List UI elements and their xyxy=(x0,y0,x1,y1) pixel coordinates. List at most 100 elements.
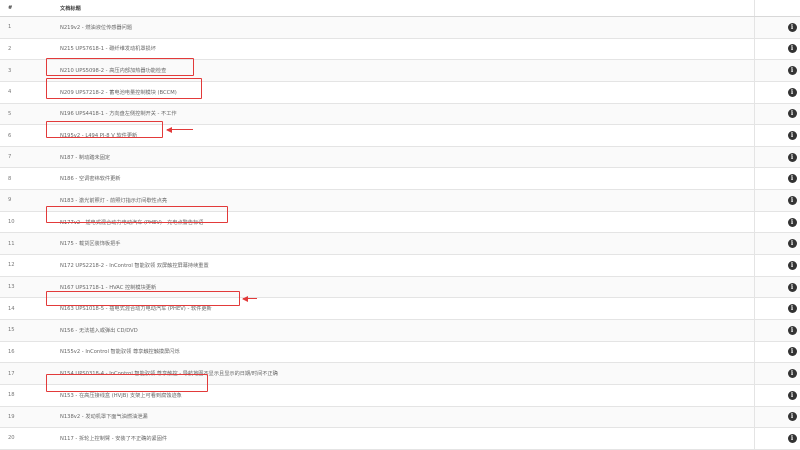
row-action-cell: i xyxy=(755,17,800,39)
document-title-link[interactable]: N167 UPS1718-1 - HVAC 控制模块更新 xyxy=(54,276,755,298)
row-action-cell: i xyxy=(755,341,800,363)
table-row[interactable]: 14N163 UPS1018-5 - 插电式混合动力电动汽车 (PHEV) - … xyxy=(0,298,800,320)
document-title-link[interactable]: N210 UPS5098-2 - 高压内部加热器功能检查 xyxy=(54,60,755,82)
row-number: 18 xyxy=(0,384,54,406)
row-action-cell: i xyxy=(755,190,800,212)
info-icon[interactable]: i xyxy=(788,88,797,97)
row-number: 15 xyxy=(0,319,54,341)
table-row[interactable]: 3N210 UPS5098-2 - 高压内部加热器功能检查i xyxy=(0,60,800,82)
document-title-link[interactable]: N156 - 无法插入或弹出 CD/DVD xyxy=(54,319,755,341)
row-number: 7 xyxy=(0,146,54,168)
info-icon[interactable]: i xyxy=(788,174,797,183)
document-title-link[interactable]: N177v2 - 插电式混合动力电动汽车 (PHEV) - 充电点警告标语 xyxy=(54,211,755,233)
info-icon[interactable]: i xyxy=(788,412,797,421)
row-number: 2 xyxy=(0,38,54,60)
row-number: 8 xyxy=(0,168,54,190)
annotation-arrow-row-6 xyxy=(167,129,193,130)
info-icon[interactable]: i xyxy=(788,369,797,378)
info-icon[interactable]: i xyxy=(788,434,797,443)
table-row[interactable]: 20N117 - 拆轮上控制臂 - 安装了不正确的紧固件i xyxy=(0,428,800,450)
row-action-cell: i xyxy=(755,255,800,277)
table-row[interactable]: 8N186 - 空调密纬软件更新 i xyxy=(0,168,800,190)
row-number: 9 xyxy=(0,190,54,212)
document-title-link[interactable]: N219v2 - 燃油液位传感器问题 xyxy=(54,17,755,39)
table-row[interactable]: 12N172 UPS2218-2 - InControl 智能驭领 双屏触控屏幕… xyxy=(0,255,800,277)
info-icon[interactable]: i xyxy=(788,261,797,270)
table-row[interactable]: 1N219v2 - 燃油液位传感器问题 i xyxy=(0,17,800,39)
document-title-link[interactable]: N175 - 载货区装饰板把手 xyxy=(54,233,755,255)
row-action-cell: i xyxy=(755,60,800,82)
document-title-link[interactable]: N163 UPS1018-5 - 插电式混合动力电动汽车 (PHEV) - 软件… xyxy=(54,298,755,320)
info-icon[interactable]: i xyxy=(788,283,797,292)
info-icon[interactable]: i xyxy=(788,304,797,313)
table-row[interactable]: 2N215 UPS7618-1 - 碳纤维发动机罩损坏 i xyxy=(0,38,800,60)
row-number: 1 xyxy=(0,17,54,39)
table-row[interactable]: 11N175 - 载货区装饰板把手i xyxy=(0,233,800,255)
info-icon[interactable]: i xyxy=(788,239,797,248)
document-title-link[interactable]: N117 - 拆轮上控制臂 - 安装了不正确的紧固件 xyxy=(54,428,755,450)
table-row[interactable]: 6N195v2 - L494 PI-8 V 软件更新 i xyxy=(0,125,800,147)
row-number: 16 xyxy=(0,341,54,363)
table-row[interactable]: 10N177v2 - 插电式混合动力电动汽车 (PHEV) - 充电点警告标语 i xyxy=(0,211,800,233)
row-number: 6 xyxy=(0,125,54,147)
document-title-link[interactable]: N187 - 制动踏未固定 xyxy=(54,146,755,168)
row-action-cell: i xyxy=(755,384,800,406)
row-action-cell: i xyxy=(755,428,800,450)
info-icon[interactable]: i xyxy=(788,153,797,162)
info-icon[interactable]: i xyxy=(788,391,797,400)
document-title-link[interactable]: N138v2 - 发动机罩下面气油燃油泄漏 xyxy=(54,406,755,428)
row-action-cell: i xyxy=(755,233,800,255)
annotation-arrow-row-14 xyxy=(243,298,257,299)
row-action-cell: i xyxy=(755,81,800,103)
table-row[interactable]: 5N196 UPS4418-1 - 方向盘左侧控制开关 - 不工作 i xyxy=(0,103,800,125)
info-icon[interactable]: i xyxy=(788,196,797,205)
info-icon[interactable]: i xyxy=(788,44,797,53)
row-number: 13 xyxy=(0,276,54,298)
column-header-title[interactable]: 文档标题 xyxy=(54,0,755,17)
document-title-link[interactable]: N153 - 在高压接线盒 (HVJB) 支架上可看到腐蚀迹象 xyxy=(54,384,755,406)
bulletin-table: # 文档标题 1N219v2 - 燃油液位传感器问题i2N215 UPS7618… xyxy=(0,0,800,450)
info-icon[interactable]: i xyxy=(788,347,797,356)
row-action-cell: i xyxy=(755,38,800,60)
document-title-link[interactable]: N186 - 空调密纬软件更新 xyxy=(54,168,755,190)
table-body: 1N219v2 - 燃油液位传感器问题i2N215 UPS7618-1 - 碳纤… xyxy=(0,17,800,450)
table-row[interactable]: 17N154 UPS0318-4 - InControl 智能驭领 尊享触控 -… xyxy=(0,363,800,385)
row-action-cell: i xyxy=(755,298,800,320)
column-header-num: # xyxy=(0,0,54,17)
document-title-link[interactable]: N209 UPS7218-2 - 蓄电池电量控制模块 (BCCM) xyxy=(54,81,755,103)
document-title-link[interactable]: N215 UPS7618-1 - 碳纤维发动机罩损坏 xyxy=(54,38,755,60)
table-row[interactable]: 4N209 UPS7218-2 - 蓄电池电量控制模块 (BCCM) i xyxy=(0,81,800,103)
document-title-link[interactable]: N154 UPS0318-4 - InControl 智能驭领 尊享触控 - 导… xyxy=(54,363,755,385)
row-action-cell: i xyxy=(755,276,800,298)
row-action-cell: i xyxy=(755,319,800,341)
document-title-link[interactable]: N183 - 激光前照灯 - 前照灯指示灯间歇性点亮 xyxy=(54,190,755,212)
table-row[interactable]: 16N155v2 - InControl 智能驭领 尊享触控触摸屏闪烁 i xyxy=(0,341,800,363)
row-action-cell: i xyxy=(755,211,800,233)
table-row[interactable]: 9N183 - 激光前照灯 - 前照灯指示灯间歇性点亮 i xyxy=(0,190,800,212)
row-action-cell: i xyxy=(755,168,800,190)
document-title-link[interactable]: N196 UPS4418-1 - 方向盘左侧控制开关 - 不工作 xyxy=(54,103,755,125)
row-number: 5 xyxy=(0,103,54,125)
info-icon[interactable]: i xyxy=(788,218,797,227)
row-number: 17 xyxy=(0,363,54,385)
info-icon[interactable]: i xyxy=(788,109,797,118)
table-row[interactable]: 15N156 - 无法插入或弹出 CD/DVD i xyxy=(0,319,800,341)
row-action-cell: i xyxy=(755,363,800,385)
table-row[interactable]: 18N153 - 在高压接线盒 (HVJB) 支架上可看到腐蚀迹象 i xyxy=(0,384,800,406)
row-number: 4 xyxy=(0,81,54,103)
info-icon[interactable]: i xyxy=(788,23,797,32)
info-icon[interactable]: i xyxy=(788,326,797,335)
row-action-cell: i xyxy=(755,406,800,428)
document-title-link[interactable]: N172 UPS2218-2 - InControl 智能驭领 双屏触控屏幕持续… xyxy=(54,255,755,277)
table-row[interactable]: 19N138v2 - 发动机罩下面气油燃油泄漏 i xyxy=(0,406,800,428)
document-title-link[interactable]: N195v2 - L494 PI-8 V 软件更新 xyxy=(54,125,755,147)
row-number: 14 xyxy=(0,298,54,320)
row-number: 19 xyxy=(0,406,54,428)
column-header-action xyxy=(755,0,800,17)
info-icon[interactable]: i xyxy=(788,131,797,140)
table-row[interactable]: 7N187 - 制动踏未固定 i xyxy=(0,146,800,168)
row-number: 10 xyxy=(0,211,54,233)
document-title-link[interactable]: N155v2 - InControl 智能驭领 尊享触控触摸屏闪烁 xyxy=(54,341,755,363)
table-row[interactable]: 13N167 UPS1718-1 - HVAC 控制模块更新 i xyxy=(0,276,800,298)
info-icon[interactable]: i xyxy=(788,66,797,75)
